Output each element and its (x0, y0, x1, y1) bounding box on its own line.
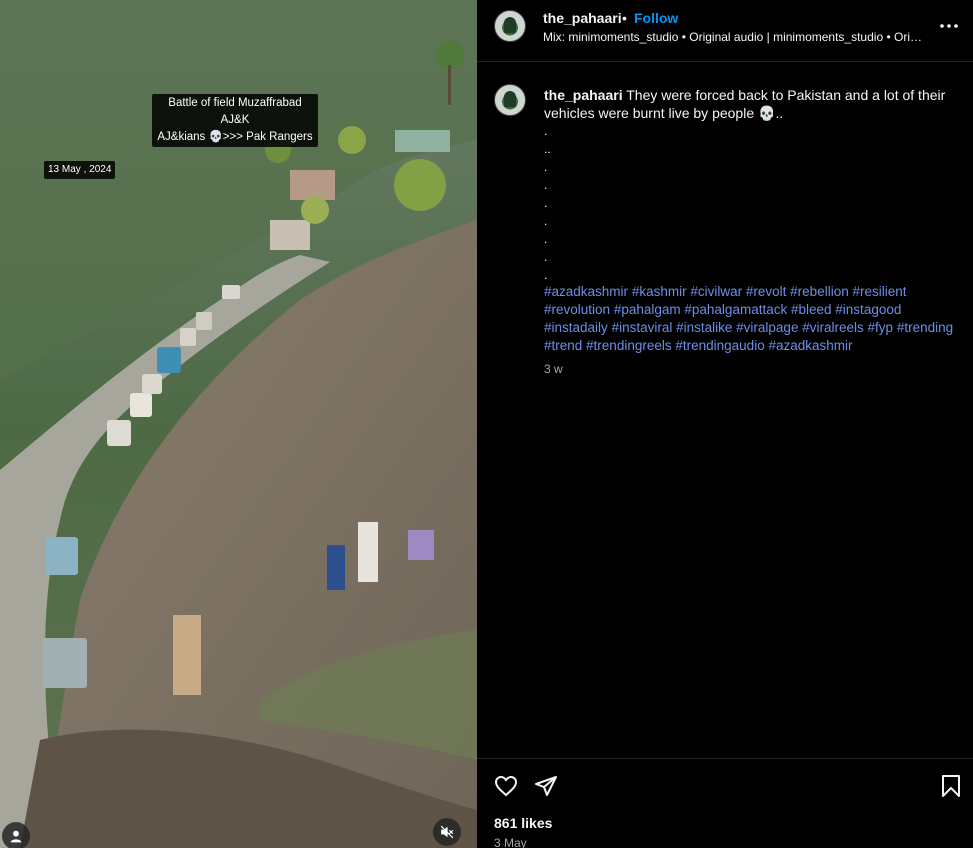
author-username[interactable]: the_pahaari (543, 10, 622, 26)
bookmark-icon (942, 775, 960, 797)
more-horizontal-icon (940, 24, 958, 28)
send-icon (535, 776, 557, 796)
audio-attribution[interactable]: Mix: minimoments_studio • Original audio… (543, 30, 927, 44)
mute-button[interactable] (433, 818, 461, 846)
hashtag-link[interactable]: #viralpage (736, 320, 798, 335)
hashtag-link[interactable]: #pahalgamattack (684, 302, 787, 317)
hashtag-link[interactable]: #trendingreels (586, 338, 672, 353)
post-actions-bar: 861 likes 3 May (477, 758, 973, 848)
caption-dot-line: . (544, 124, 548, 138)
caption-dots: . .. . . . . . . . (544, 122, 564, 284)
share-button[interactable] (533, 773, 559, 799)
post-media[interactable]: Battle of field Muzaffrabad AJ&K AJ&kian… (0, 0, 477, 848)
post-date: 3 May (494, 836, 527, 848)
video-overlay-date: 13 May , 2024 (44, 161, 116, 179)
hashtag-link[interactable]: #instadaily (544, 320, 608, 335)
caption-timestamp[interactable]: 3 w (544, 362, 563, 376)
hashtag-link[interactable]: #viralreels (802, 320, 864, 335)
post-details-panel: the_pahaari • Follow Mix: minimoments_st… (477, 0, 973, 848)
hashtag-link[interactable]: #instaviral (612, 320, 673, 335)
post-header: the_pahaari • Follow Mix: minimoments_st… (477, 0, 973, 62)
like-button[interactable] (493, 773, 519, 799)
hashtag-link[interactable]: #civilwar (690, 284, 742, 299)
hashtag-link[interactable]: #trending (897, 320, 953, 335)
caption-dot-line: . (544, 178, 548, 192)
caption-hashtags: #azadkashmir #kashmir #civilwar #revolt … (544, 283, 954, 355)
follow-button[interactable]: Follow (634, 10, 678, 26)
caption-dot-line: . (544, 214, 548, 228)
hashtag-link[interactable]: #kashmir (632, 284, 687, 299)
hashtag-link[interactable]: #trend (544, 338, 582, 353)
hashtag-link[interactable]: #rebellion (790, 284, 849, 299)
hashtag-link[interactable]: #revolt (746, 284, 787, 299)
header-separator: • (622, 10, 627, 26)
tagged-user-button[interactable] (2, 822, 30, 848)
overlay-caption-line1: Battle of field Muzaffrabad AJ&K (168, 97, 302, 126)
caption-dot-line: .. (544, 142, 551, 156)
heart-icon (494, 775, 518, 797)
user-icon (10, 830, 22, 843)
overlay-caption-line2: AJ&kians 💀>>> Pak Rangers (157, 131, 313, 143)
more-options-button[interactable] (935, 14, 963, 38)
caption-dot-line: . (544, 268, 548, 282)
hashtag-link[interactable]: #instagood (835, 302, 901, 317)
hashtag-link[interactable]: #trendingaudio (675, 338, 764, 353)
save-button[interactable] (938, 773, 964, 799)
hashtag-link[interactable]: #azadkashmir (544, 284, 628, 299)
hashtag-link[interactable]: #revolution (544, 302, 610, 317)
caption-dot-line: . (544, 160, 548, 174)
caption-author-avatar[interactable] (494, 84, 526, 116)
hashtag-link[interactable]: #bleed (791, 302, 832, 317)
caption-text-block: the_pahaari They were forced back to Pak… (544, 86, 954, 122)
likes-count[interactable]: 861 likes (494, 815, 552, 831)
video-overlay-caption: Battle of field Muzaffrabad AJ&K AJ&kian… (152, 94, 318, 147)
caption-username[interactable]: the_pahaari (544, 87, 623, 103)
caption-dot-line: . (544, 196, 548, 210)
hashtag-link[interactable]: #fyp (868, 320, 894, 335)
hashtag-link[interactable]: #pahalgam (614, 302, 681, 317)
hashtag-link[interactable]: #instalike (676, 320, 732, 335)
hashtag-link[interactable]: #azadkashmir (768, 338, 852, 353)
speaker-muted-icon (440, 825, 454, 839)
hashtag-link[interactable]: #resilient (852, 284, 906, 299)
caption-dot-line: . (544, 250, 548, 264)
author-avatar[interactable] (494, 10, 526, 42)
caption-dot-line: . (544, 232, 548, 246)
